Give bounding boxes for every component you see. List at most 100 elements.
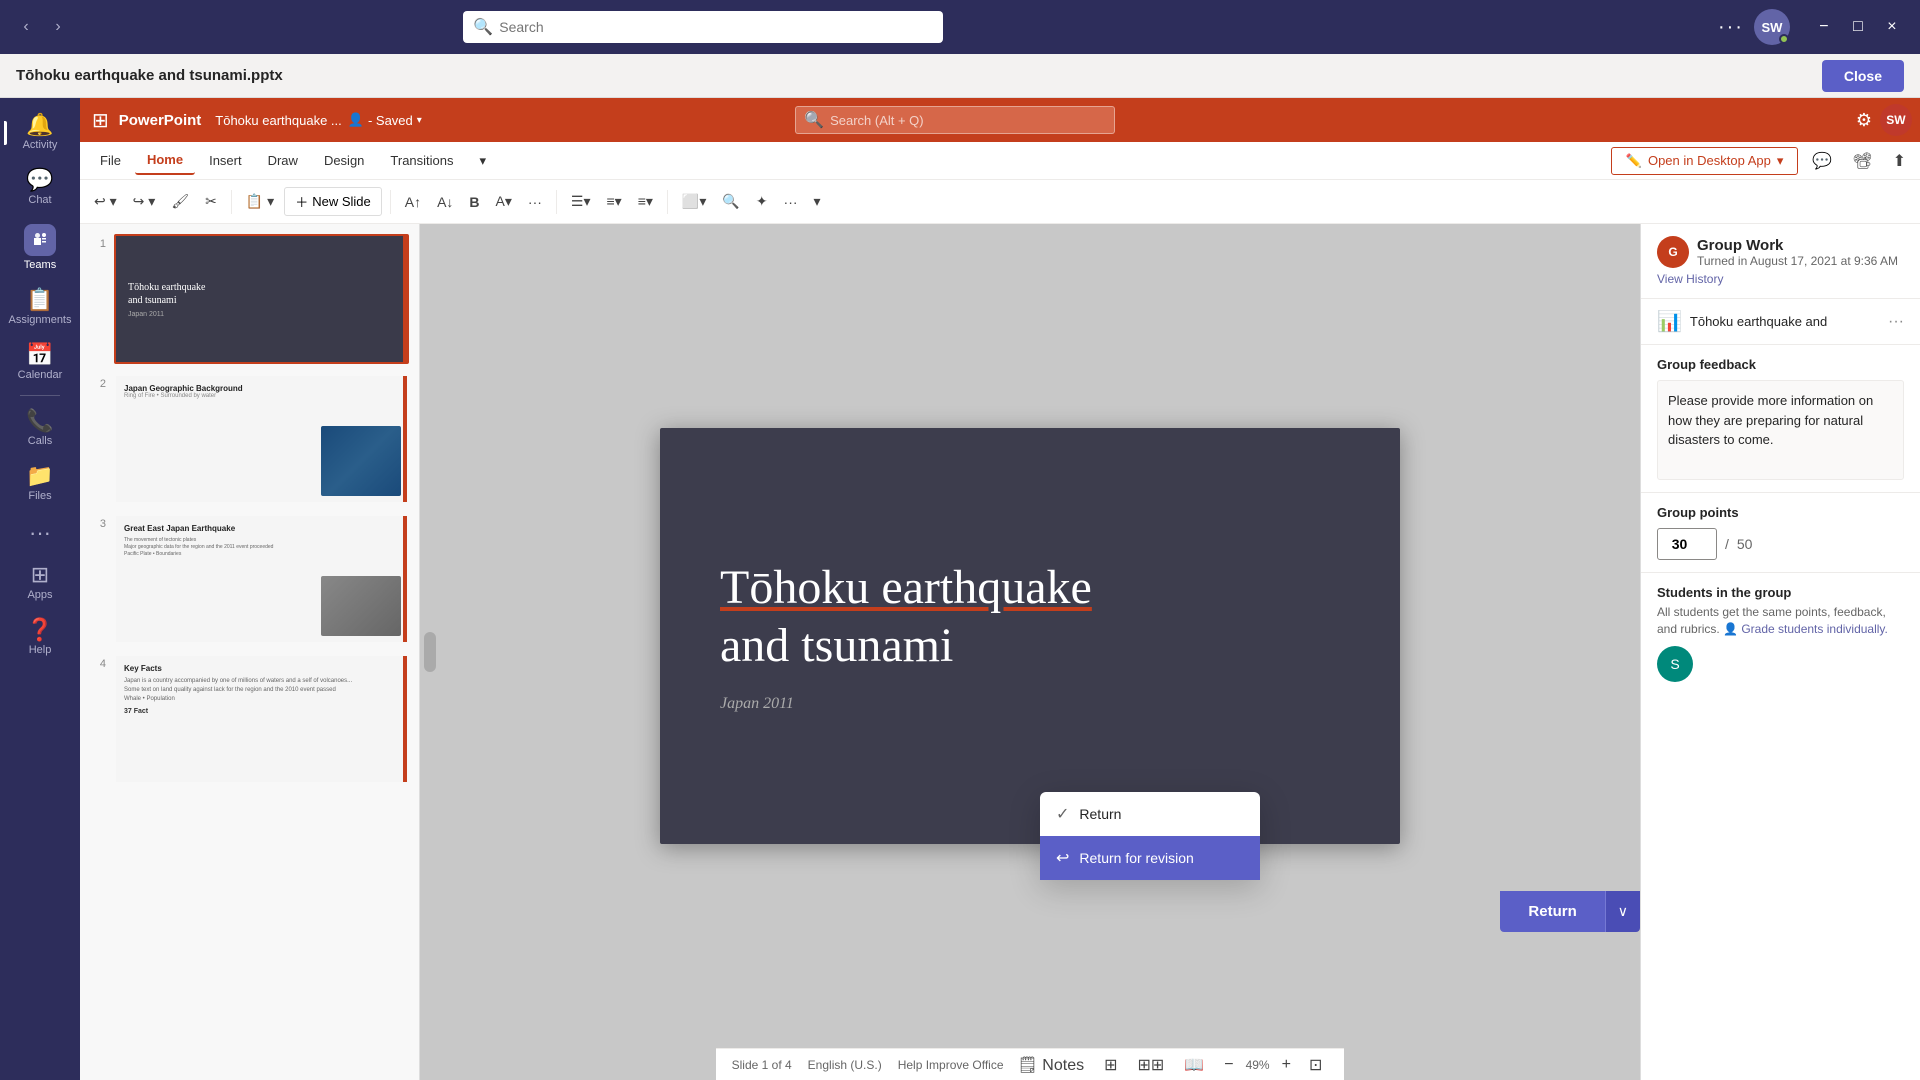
menu-more-chevron[interactable]: ▾ [468, 147, 499, 175]
rp-student-avatar[interactable]: S [1657, 646, 1693, 682]
notes-btn[interactable]: 🗒 Notes [1012, 1051, 1091, 1079]
open-desktop-btn[interactable]: ✏️ Open in Desktop App ▾ [1611, 147, 1799, 175]
menu-insert[interactable]: Insert [197, 147, 254, 174]
slide-num-4: 4 [90, 654, 106, 670]
shape-fill-btn[interactable]: ⬜▾ [676, 189, 712, 214]
sidebar-item-apps[interactable]: ⊞ Apps [4, 556, 76, 609]
sidebar-item-activity[interactable]: 🔔 Activity [4, 106, 76, 159]
maximize-btn[interactable]: □ [1842, 11, 1874, 43]
save-chevron[interactable]: ▾ [417, 115, 422, 126]
return-chevron-btn[interactable]: ∨ [1605, 891, 1640, 932]
slide-thumb-4[interactable]: 4 Key Facts Japan is a country accompani… [88, 652, 411, 786]
slide-thumb-1[interactable]: 1 Tōhoku earthquakeand tsunami Japan 201… [88, 232, 411, 366]
normal-view-btn[interactable]: ⊞ [1098, 1051, 1123, 1079]
font-color-btn[interactable]: A▾ [490, 189, 518, 214]
teams-sidebar: 🔔 Activity 💬 Chat Teams 📋 Assignments 📅 … [0, 98, 80, 1080]
right-panel-header: G Group Work Turned in August 17, 2021 a… [1641, 224, 1920, 299]
rp-students-title: Students in the group [1657, 585, 1904, 600]
slide-thumb-3[interactable]: 3 Great East Japan Earthquake The moveme… [88, 512, 411, 646]
rp-feedback-box[interactable]: Please provide more information on how t… [1657, 380, 1904, 480]
slide-thumb-img-3[interactable]: Great East Japan Earthquake The movement… [114, 514, 409, 644]
cut-btn[interactable]: ✂ [199, 189, 223, 214]
fit-to-window-btn[interactable]: ⊡ [1303, 1051, 1328, 1079]
menu-file[interactable]: File [88, 147, 133, 174]
minimize-btn[interactable]: − [1808, 11, 1840, 43]
online-indicator [1779, 34, 1789, 44]
ppt-avatar[interactable]: SW [1880, 104, 1912, 136]
format-painter-btn[interactable]: 🖌 [165, 189, 195, 214]
reading-view-btn[interactable]: 📖 [1178, 1051, 1210, 1079]
align-btn[interactable]: ≡▾ [632, 189, 659, 214]
undo-btn[interactable]: ↩ ▾ [88, 189, 123, 214]
return-main-btn[interactable]: Return [1500, 891, 1604, 932]
ppt-settings-icon[interactable]: ⚙ [1856, 110, 1872, 131]
new-slide-btn[interactable]: ＋ New Slide [284, 187, 382, 216]
slide2-map [321, 426, 401, 496]
active-bar [4, 121, 7, 145]
slide-thumb-img-4[interactable]: Key Facts Japan is a country accompanied… [114, 654, 409, 784]
dropdown-return-revision[interactable]: ↩ Return for revision [1040, 836, 1260, 880]
magic-select-btn[interactable]: ✦ [750, 189, 774, 214]
activity-icon: 🔔 [26, 114, 53, 136]
ppt-search-input[interactable] [830, 113, 1106, 128]
slide-thumb-2[interactable]: 2 Japan Geographic Background Ring of Fi… [88, 372, 411, 506]
nav-forward-btn[interactable]: › [44, 13, 72, 41]
rp-students-section: Students in the group All students get t… [1641, 573, 1920, 694]
menu-design[interactable]: Design [312, 147, 376, 174]
font-size-decrease-btn[interactable]: A↓ [431, 190, 459, 214]
more-sidebar-btn[interactable]: ··· [21, 512, 59, 554]
bold-btn[interactable]: B [463, 190, 485, 214]
global-search[interactable]: 🔍 [463, 11, 943, 43]
share-btn[interactable]: ⬆ [1887, 147, 1912, 175]
redo-btn[interactable]: ↪ ▾ [127, 189, 162, 214]
scroll-thumb[interactable] [424, 632, 436, 672]
more-tools-btn[interactable]: ··· [778, 190, 804, 214]
zoom-out-btn[interactable]: − [1218, 1052, 1239, 1078]
app-grid-icon[interactable]: ⊞ [88, 104, 113, 137]
sidebar-item-assignments[interactable]: 📋 Assignments [4, 281, 76, 334]
slide-thumb-img-1[interactable]: Tōhoku earthquakeand tsunami Japan 2011 [114, 234, 409, 364]
copy-layout-btn[interactable]: 📋 ▾ [240, 189, 280, 214]
close-btn[interactable]: × [1876, 11, 1908, 43]
zoom-in-btn[interactable]: + [1276, 1052, 1297, 1078]
slide-sorter-btn[interactable]: ⊞⊞ [1132, 1051, 1171, 1079]
save-profile-icon: 👤 [348, 112, 364, 128]
calls-icon: 📞 [26, 410, 53, 432]
sidebar-item-help[interactable]: ❓ Help [4, 611, 76, 664]
sidebar-item-calendar[interactable]: 📅 Calendar [4, 336, 76, 389]
close-doc-btn[interactable]: Close [1822, 60, 1904, 92]
sidebar-item-chat[interactable]: 💬 Chat [4, 161, 76, 214]
comment-btn[interactable]: 💬 [1806, 147, 1838, 175]
slide-canvas-area: Tōhoku earthquake and tsunami Japan 2011… [420, 224, 1640, 1080]
rp-points-input[interactable] [1657, 528, 1717, 560]
chat-icon: 💬 [26, 169, 53, 191]
ppt-ribbon-right: ⚙ SW [1856, 104, 1912, 136]
rp-points-slash: / [1725, 536, 1729, 552]
slide-num-3: 3 [90, 514, 106, 530]
more-options-btn[interactable]: ··· [1718, 16, 1744, 39]
bullets-btn[interactable]: ☰▾ [565, 189, 597, 214]
more-format-btn[interactable]: ··· [522, 190, 548, 214]
sidebar-item-calls[interactable]: 📞 Calls [4, 402, 76, 455]
nav-back-btn[interactable]: ‹ [12, 13, 40, 41]
search-input[interactable] [499, 19, 933, 35]
font-size-increase-btn[interactable]: A↑ [399, 190, 427, 214]
ppt-search-ribbon[interactable]: 🔍 [795, 106, 1115, 134]
menu-draw[interactable]: Draw [256, 147, 310, 174]
slide2-map-inner [321, 426, 401, 496]
menu-transitions[interactable]: Transitions [378, 147, 465, 174]
menu-home[interactable]: Home [135, 146, 195, 175]
slide-num-1: 1 [90, 234, 106, 250]
rp-grade-link[interactable]: Grade students individually. [1741, 622, 1888, 636]
dropdown-return[interactable]: ✓ Return [1040, 792, 1260, 836]
toolbar-expand-btn[interactable]: ▾ [808, 189, 827, 214]
present-btn[interactable]: 📽 [1846, 147, 1878, 175]
sidebar-item-teams[interactable]: Teams [4, 216, 76, 279]
search-toolbar-btn[interactable]: 🔍 [716, 189, 745, 214]
rp-file-more-btn[interactable]: ··· [1888, 313, 1904, 331]
numbering-btn[interactable]: ≡▾ [601, 189, 628, 214]
slide-thumb-img-2[interactable]: Japan Geographic Background Ring of Fire… [114, 374, 409, 504]
sidebar-item-files[interactable]: 📁 Files [4, 457, 76, 510]
avatar-btn[interactable]: SW [1754, 9, 1790, 45]
rp-view-history-link[interactable]: View History [1657, 272, 1904, 286]
